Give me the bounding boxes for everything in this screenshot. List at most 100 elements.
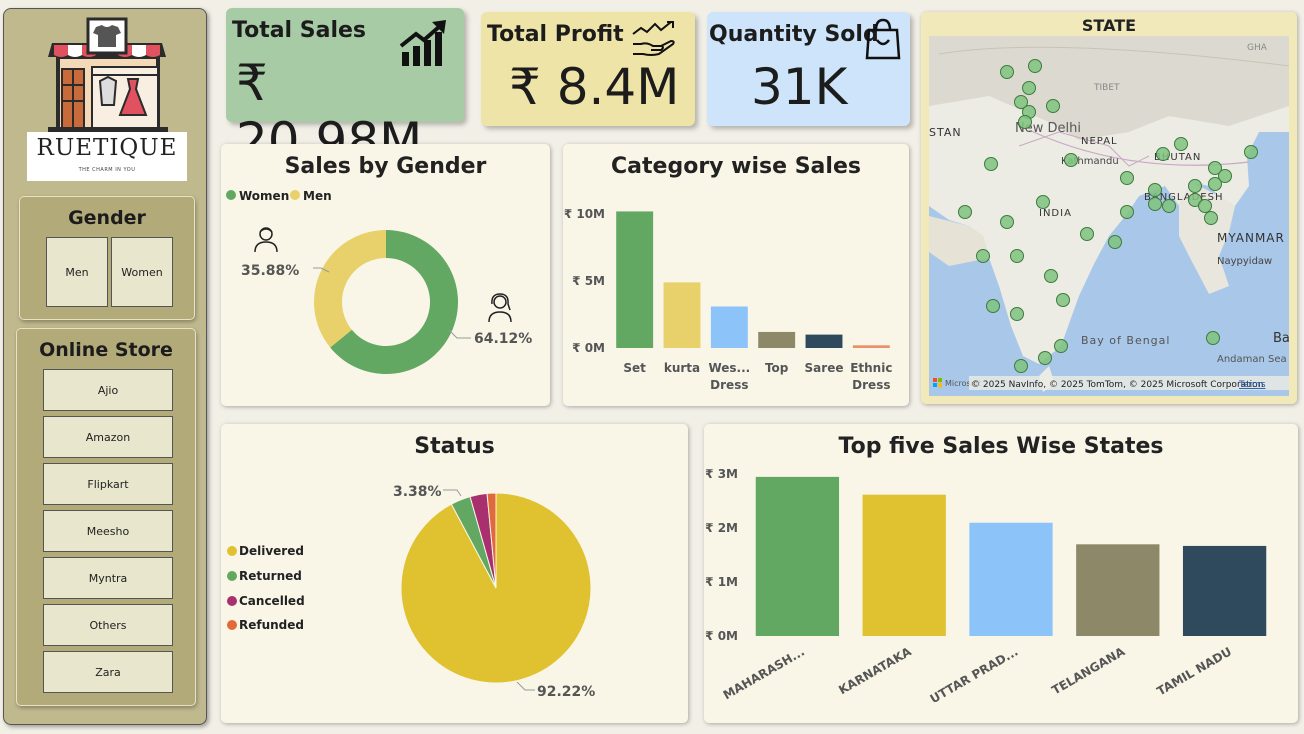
map-point[interactable] [1000,215,1014,229]
states-bar-chart: ₹ 0M ₹ 1M ₹ 2M ₹ 3M MAHARASH... KARNATAKA UTTA… [705,467,1267,706]
kpi-quantity-sold-value: 31K [751,58,848,116]
store-option-zara[interactable]: Zara [43,651,173,693]
kpi-total-sales: Total Sales ₹ 20.98M [226,8,464,170]
map-point[interactable] [1000,65,1014,79]
map-point[interactable] [1208,177,1222,191]
men-slice[interactable] [314,230,386,348]
returned-pct-label: 3.38% [393,484,442,500]
map-point[interactable] [1198,199,1212,213]
store-option-ajio[interactable]: Ajio [43,369,173,411]
map-point[interactable] [1108,235,1122,249]
map-point[interactable] [1010,307,1024,321]
x-tick-label: Saree [805,361,844,375]
map-label-naypyidaw: Naypyidaw [1217,256,1272,267]
legend-refunded-marker [227,620,237,630]
map-point[interactable] [1148,183,1162,197]
x-tick-label: Wes... Dress [708,361,750,392]
x-tick-label: kurta [664,361,700,375]
map-point[interactable] [1174,137,1188,151]
map-point[interactable] [1056,293,1070,307]
man-icon [254,227,278,253]
women-pct-label: 64.12% [474,331,532,347]
store-option-amazon[interactable]: Amazon [43,416,173,458]
legend-cancelled-marker [227,596,237,606]
map-point[interactable] [1010,249,1024,263]
top-bar[interactable] [758,331,796,348]
y-tick-label: ₹ 0M [705,629,738,643]
x-tick-label: Top [765,361,789,375]
map-point[interactable] [1148,197,1162,211]
online-store-slicer: Online Store Ajio Amazon Flipkart Meesho… [16,328,196,706]
y-tick-label: ₹ 2M [705,521,738,535]
map-point[interactable] [986,299,1000,313]
y-tick-label: ₹ 1M [705,575,738,589]
map-point[interactable] [1022,81,1036,95]
india-map[interactable]: TIBET New Delhi NEPAL Kathmandu BHUTAN B… [929,36,1289,396]
store-option-flipkart[interactable]: Flipkart [43,463,173,505]
store-option-others[interactable]: Others [43,604,173,646]
map-point[interactable] [984,157,998,171]
map-point[interactable] [1028,59,1042,73]
growth-chart-icon [399,20,446,66]
map-point[interactable] [958,205,972,219]
map-label-gha: GHA [1247,43,1268,53]
tamil-nadu-bar[interactable] [1182,545,1267,636]
map-point[interactable] [1120,171,1134,185]
map-label-ba: Ba [1273,331,1289,346]
telangana-bar[interactable] [1076,544,1160,636]
legend-refunded-label: Refunded [239,618,304,632]
men-pct-label: 35.88% [241,263,299,279]
map-point[interactable] [1064,153,1078,167]
brand-tagline: THE CHARM IN YOU [78,167,136,173]
store-option-meesho[interactable]: Meesho [43,510,173,552]
status-chart-card: Status Delivered Returned Cancelled Refu… [221,424,688,723]
y-tick-label: ₹ 0M [572,341,605,355]
set-bar[interactable] [616,211,654,348]
women-leader-line [448,329,471,339]
wes-dress-bar[interactable] [710,306,748,348]
kpi-quantity-sold: Quantity Sold 31K [707,12,910,126]
map-point[interactable] [1080,227,1094,241]
legend-returned-label: Returned [239,569,302,583]
legend-men-label: Men [303,189,332,203]
map-point[interactable] [1156,147,1170,161]
y-tick-label: ₹ 10M [564,207,605,221]
gender-option-women[interactable]: Women [111,237,173,307]
map-point[interactable] [1204,211,1218,225]
map-point[interactable] [1036,195,1050,209]
map-point[interactable] [1014,359,1028,373]
map-point[interactable] [1054,339,1068,353]
map-point[interactable] [1162,199,1176,213]
map-point[interactable] [1188,179,1202,193]
kpi-total-profit-value: ₹ 8.4M [509,58,680,116]
kpi-quantity-sold-label: Quantity Sold [709,22,879,47]
saree-bar[interactable] [805,334,843,348]
x-tick-label: UTTAR PRAD... [928,644,1021,706]
delivered-leader-line [516,681,535,691]
brand-name: RUETIQUE [36,135,178,161]
map-point[interactable] [1038,351,1052,365]
map-point[interactable] [1044,269,1058,283]
gender-donut-chart: Women Men 35.88% 64.12% [226,189,532,374]
gender-option-men[interactable]: Men [46,237,108,307]
map-card: STATE TIBET New Delhi NEPAL Kathmandu BH… [921,12,1297,404]
ethnic-dress-bar[interactable] [852,345,890,348]
map-point[interactable] [1120,205,1134,219]
x-tick-label: KARNATAKA [836,644,914,697]
karnataka-bar[interactable] [862,494,946,636]
legend-delivered-label: Delivered [239,544,304,558]
store-option-myntra[interactable]: Myntra [43,557,173,599]
uttar-prad-bar[interactable] [969,522,1053,636]
maharash-bar[interactable] [755,476,840,636]
legend-delivered-marker [227,546,237,556]
map-label-andaman-sea: Andaman Sea [1217,354,1287,365]
map-point[interactable] [1244,145,1258,159]
map-point[interactable] [1046,99,1060,113]
y-tick-label: ₹ 5M [572,274,605,288]
kurta-bar[interactable] [663,282,701,348]
map-label-myanmar: MYANMAR [1217,231,1285,245]
map-point[interactable] [1206,331,1220,345]
map-point[interactable] [976,249,990,263]
map-terms-link[interactable]: Terms [1238,380,1266,390]
map-point[interactable] [1018,115,1032,129]
